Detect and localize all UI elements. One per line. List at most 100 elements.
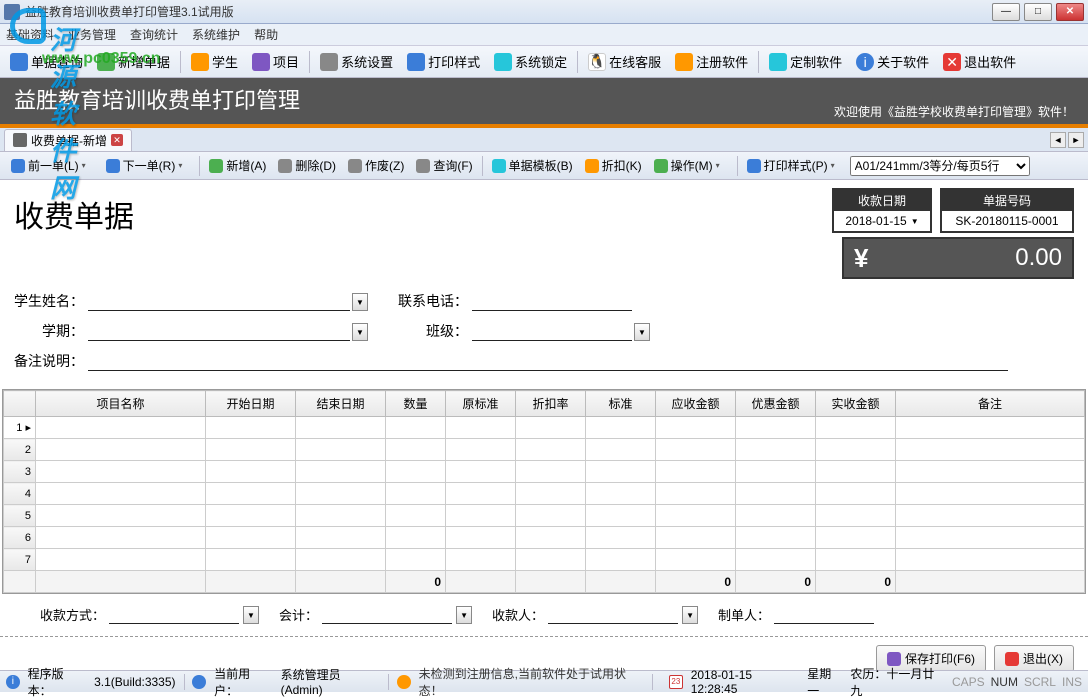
version-label: 程序版本：	[28, 665, 86, 699]
tb-customize[interactable]: 定制软件	[763, 50, 848, 73]
app-icon	[4, 4, 20, 20]
student-dropdown[interactable]: ▼	[352, 293, 368, 311]
register-icon	[675, 53, 693, 71]
print-template-select[interactable]: A01/241mm/3等分/每页5行	[850, 156, 1030, 176]
term-input[interactable]	[88, 321, 350, 341]
tab-nav-left[interactable]: ◄	[1050, 132, 1066, 148]
next-doc-button[interactable]: 下一单(R)▾	[101, 155, 196, 176]
maker-input[interactable]	[774, 604, 874, 624]
table-row[interactable]: 3	[4, 461, 1085, 483]
paymethod-input[interactable]	[109, 604, 239, 624]
exit-button[interactable]: 退出(X)	[994, 645, 1074, 672]
qq-icon: 🐧	[588, 53, 606, 71]
col-orig[interactable]: 原标准	[446, 391, 516, 417]
currency-symbol: ¥	[854, 243, 868, 274]
cashier-input[interactable]	[548, 604, 678, 624]
operate-button[interactable]: 操作(M)▾	[649, 155, 733, 176]
add-button[interactable]: 新增(A)	[204, 155, 271, 176]
tb-support[interactable]: 🐧在线客服	[582, 50, 667, 73]
date-picker[interactable]: 2018-01-15▼	[834, 211, 930, 231]
paymethod-label: 收款方式：	[40, 605, 105, 624]
prev-doc-button[interactable]: 前一单(L)▾	[6, 155, 99, 176]
table-row[interactable]: 7	[4, 549, 1085, 571]
query-button[interactable]: 查询(F)	[411, 155, 477, 176]
col-project[interactable]: 项目名称	[36, 391, 206, 417]
banner-title: 益胜教育培训收费单打印管理	[14, 83, 834, 115]
add-doc-icon	[97, 53, 115, 71]
accountant-input[interactable]	[322, 604, 452, 624]
minimize-button[interactable]: —	[992, 3, 1020, 21]
table-row[interactable]: 6	[4, 527, 1085, 549]
class-dropdown[interactable]: ▼	[634, 323, 650, 341]
class-label: 班级：	[398, 321, 468, 341]
gear-icon	[654, 159, 668, 173]
tb-doc-query[interactable]: 单据查询	[4, 50, 89, 73]
tab-nav-right[interactable]: ►	[1068, 132, 1084, 148]
arrow-right-icon	[106, 159, 120, 173]
header-banner: 益胜教育培训收费单打印管理 欢迎使用《益胜学校收费单打印管理》软件！	[0, 78, 1088, 128]
menu-query[interactable]: 查询统计	[130, 26, 178, 43]
student-input[interactable]	[88, 291, 350, 311]
table-row[interactable]: 4	[4, 483, 1085, 505]
class-input[interactable]	[472, 321, 632, 341]
col-rate[interactable]: 折扣率	[516, 391, 586, 417]
sum-qty: 0	[386, 571, 446, 593]
chevron-down-icon: ▼	[911, 217, 919, 226]
lock-icon	[494, 53, 512, 71]
col-disc[interactable]: 优惠金额	[736, 391, 816, 417]
main-toolbar: 单据查询 新增单据 学生 项目 系统设置 打印样式 系统锁定 🐧在线客服 注册软…	[0, 46, 1088, 78]
delete-button[interactable]: 删除(D)	[273, 155, 341, 176]
date-box: 收款日期 2018-01-15▼	[832, 188, 932, 233]
tb-settings[interactable]: 系统设置	[314, 50, 399, 73]
scrl-indicator: SCRL	[1024, 675, 1056, 689]
close-button[interactable]: ✕	[1056, 3, 1084, 21]
tb-print-style[interactable]: 打印样式	[401, 50, 486, 73]
maximize-button[interactable]: □	[1024, 3, 1052, 21]
template-button[interactable]: 单据模板(B)	[487, 155, 578, 176]
menu-business[interactable]: 业务管理	[68, 26, 116, 43]
tab-receipt-new[interactable]: 收费单据-新增 ✕	[4, 129, 132, 151]
tab-close-icon[interactable]: ✕	[111, 134, 123, 146]
tb-exit[interactable]: ✕退出软件	[937, 50, 1022, 73]
info-icon: i	[6, 675, 20, 689]
accountant-dropdown[interactable]: ▼	[456, 606, 472, 624]
grid-corner	[4, 391, 36, 417]
col-end[interactable]: 结束日期	[296, 391, 386, 417]
paymethod-dropdown[interactable]: ▼	[243, 606, 259, 624]
menu-basic[interactable]: 基础资料	[6, 26, 54, 43]
phone-input[interactable]	[472, 291, 632, 311]
table-row[interactable]: 1 ▸	[4, 417, 1085, 439]
col-paid[interactable]: 实收金额	[816, 391, 896, 417]
col-remark[interactable]: 备注	[896, 391, 1085, 417]
sum-paid: 0	[816, 571, 896, 593]
remark-input[interactable]	[88, 351, 1008, 371]
datetime: 2018-01-15 12:28:45	[691, 668, 800, 696]
table-row[interactable]: 2	[4, 439, 1085, 461]
tb-project[interactable]: 项目	[246, 50, 305, 73]
printer-icon	[747, 159, 761, 173]
term-dropdown[interactable]: ▼	[352, 323, 368, 341]
col-std[interactable]: 标准	[586, 391, 656, 417]
doc-number: SK-20180115-0001	[942, 211, 1072, 231]
tb-lock[interactable]: 系统锁定	[488, 50, 573, 73]
close-icon	[1005, 652, 1019, 666]
cashier-dropdown[interactable]: ▼	[682, 606, 698, 624]
remark-label: 备注说明：	[14, 351, 84, 371]
discount-button[interactable]: 折扣(K)	[580, 155, 647, 176]
col-start[interactable]: 开始日期	[206, 391, 296, 417]
status-bar: i 程序版本： 3.1(Build:3335) 当前用户： 系统管理员(Admi…	[0, 670, 1088, 692]
tb-about[interactable]: i关于软件	[850, 50, 935, 73]
tb-student[interactable]: 学生	[185, 50, 244, 73]
tb-doc-new[interactable]: 新增单据	[91, 50, 176, 73]
col-due[interactable]: 应收金额	[656, 391, 736, 417]
arrow-left-icon	[11, 159, 25, 173]
void-button[interactable]: 作废(Z)	[343, 155, 409, 176]
col-qty[interactable]: 数量	[386, 391, 446, 417]
printstyle-button[interactable]: 打印样式(P)▾	[742, 155, 848, 176]
table-row[interactable]: 5	[4, 505, 1085, 527]
tb-register[interactable]: 注册软件	[669, 50, 754, 73]
banner-welcome: 欢迎使用《益胜学校收费单打印管理》软件！	[834, 103, 1074, 120]
menu-system[interactable]: 系统维护	[192, 26, 240, 43]
customize-icon	[769, 53, 787, 71]
menu-help[interactable]: 帮助	[254, 26, 278, 43]
